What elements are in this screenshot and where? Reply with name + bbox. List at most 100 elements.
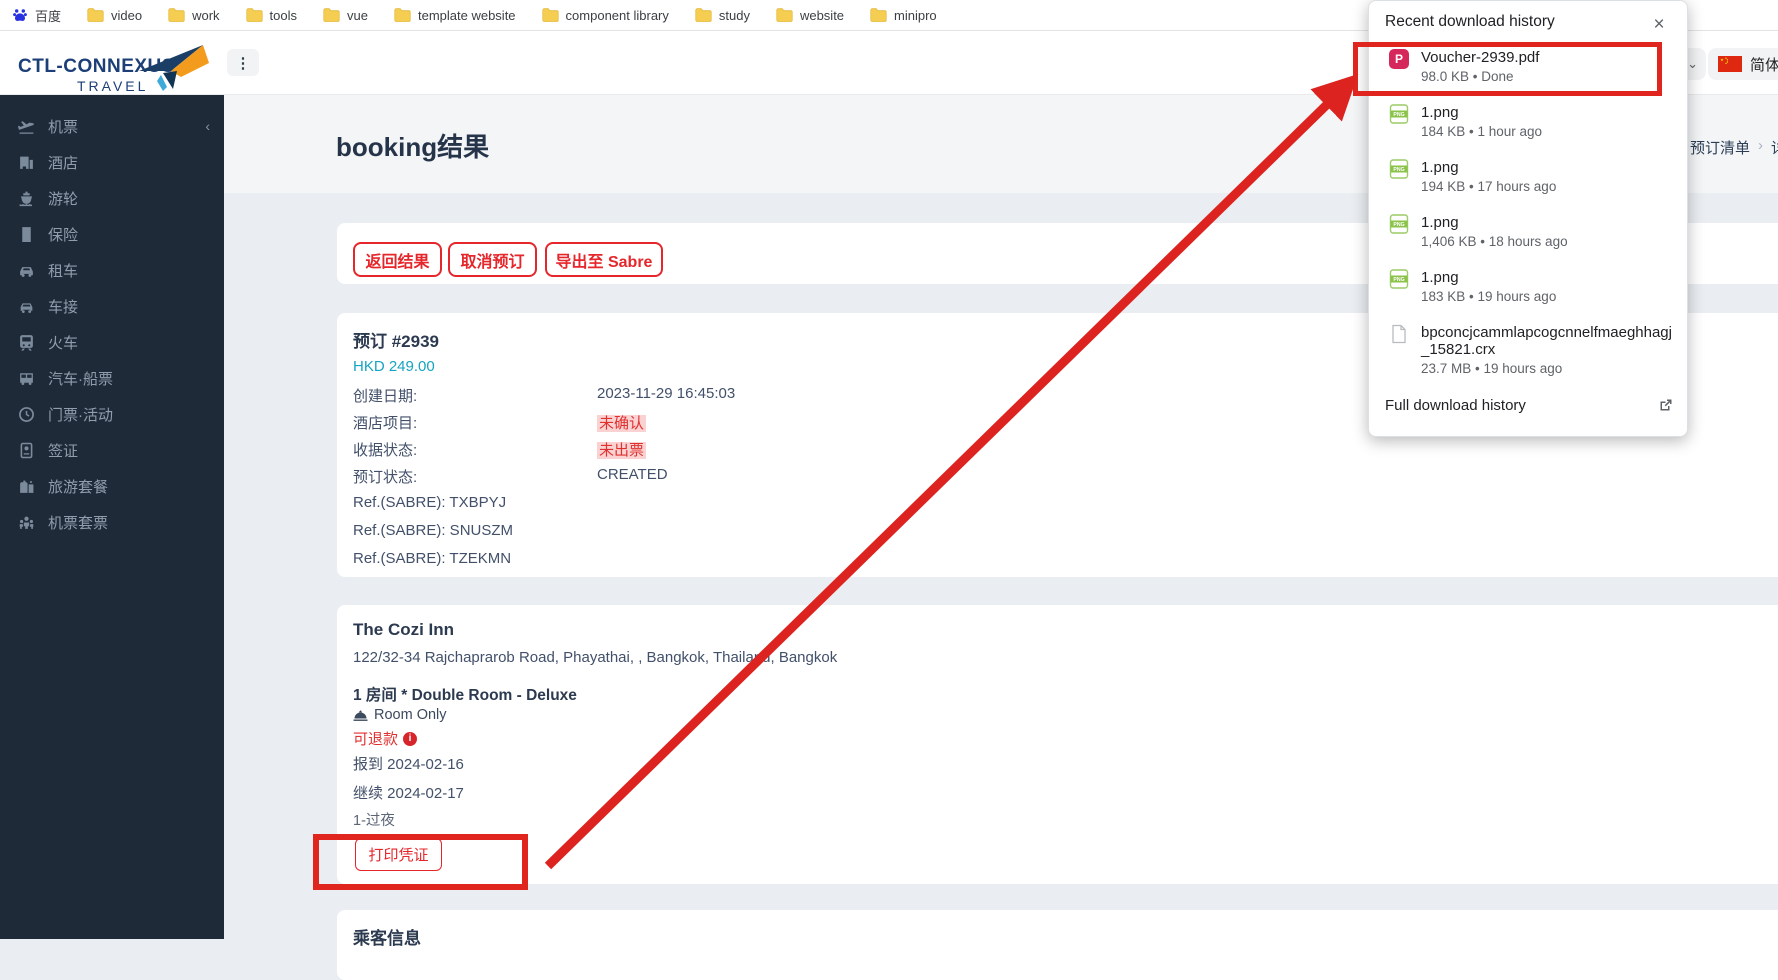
sidebar-item-label: 车接 bbox=[48, 298, 79, 316]
bookmark-study[interactable]: study bbox=[695, 8, 750, 23]
more-icon: ⋮ bbox=[235, 54, 251, 72]
download-file-meta: 194 KB • 17 hours ago bbox=[1421, 179, 1557, 194]
sidebar-nav: 机票 ‹ 酒店 游轮 保险 租车 车接 火车 汽车·船票 门票·活动 签证 旅游… bbox=[0, 95, 224, 939]
folder-icon bbox=[541, 8, 559, 22]
png-file-icon: PNG bbox=[1389, 214, 1409, 234]
row-label: 预订状态: bbox=[353, 469, 418, 486]
bookmark-label: template website bbox=[417, 7, 516, 23]
bookmark-website[interactable]: website bbox=[776, 8, 844, 23]
passengers-title: 乘客信息 bbox=[353, 929, 421, 948]
plane-icon bbox=[18, 118, 35, 135]
sabre-ref: Ref.(SABRE): TZEKMN bbox=[353, 550, 512, 567]
booking-number: 预订 #2939 bbox=[353, 332, 439, 351]
transfer-car-icon bbox=[18, 298, 35, 315]
bookmark-baidu[interactable]: 百度 bbox=[12, 6, 61, 25]
breadcrumb-parent[interactable]: 预订清单 bbox=[1690, 137, 1750, 158]
download-file-name: 1.png bbox=[1421, 269, 1459, 286]
full-download-history-link[interactable]: Full download history bbox=[1385, 397, 1673, 414]
bookmark-minipro[interactable]: minipro bbox=[870, 8, 937, 23]
print-voucher-button[interactable]: 打印凭证 bbox=[355, 838, 442, 871]
more-menu-button[interactable]: ⋮ bbox=[227, 49, 259, 76]
bookmark-video[interactable]: video bbox=[87, 8, 142, 23]
meal-cloche-icon bbox=[353, 709, 368, 721]
checkout-date: 继续 2024-02-17 bbox=[353, 785, 464, 802]
folder-icon bbox=[394, 8, 411, 22]
png-file-icon: PNG bbox=[1389, 104, 1409, 124]
sidebar-item-flight-packages[interactable]: 机票套票 bbox=[0, 504, 224, 540]
sidebar-item-label: 游轮 bbox=[48, 190, 79, 208]
board-label: Room Only bbox=[374, 707, 447, 723]
sidebar-item-visa[interactable]: 签证 bbox=[0, 432, 224, 468]
hotel-icon bbox=[18, 154, 35, 171]
chevron-down-icon: ⌄ bbox=[1687, 56, 1698, 71]
sidebar-item-bus-boat-tickets[interactable]: 汽车·船票 bbox=[0, 360, 224, 396]
sidebar-item-hotels[interactable]: 酒店 bbox=[0, 144, 224, 180]
sidebar-item-trains[interactable]: 火车 bbox=[0, 324, 224, 360]
sidebar-item-insurance[interactable]: 保险 bbox=[0, 216, 224, 252]
row-label: 酒店项目: bbox=[353, 415, 418, 432]
sidebar-item-label: 机票 bbox=[48, 118, 79, 136]
group-tickets-icon bbox=[18, 514, 35, 531]
passengers-card: 乘客信息 bbox=[337, 910, 1778, 980]
sidebar-item-cruises[interactable]: 游轮 bbox=[0, 180, 224, 216]
bookmark-work[interactable]: work bbox=[168, 8, 220, 23]
sidebar-item-car-rental[interactable]: 租车 bbox=[0, 252, 224, 288]
status-badge: 未出票 bbox=[597, 442, 647, 459]
sidebar-item-tickets-activities[interactable]: 门票·活动 bbox=[0, 396, 224, 432]
sidebar-item-car-transfer[interactable]: 车接 bbox=[0, 288, 224, 324]
download-file-name: 1.png bbox=[1421, 159, 1459, 176]
bookmark-label: 百度 bbox=[35, 8, 62, 24]
download-file-meta: 183 KB • 19 hours ago bbox=[1421, 289, 1557, 304]
checkin-date: 报到 2024-02-16 bbox=[353, 756, 464, 773]
pdf-file-icon: P bbox=[1389, 49, 1409, 69]
bookmark-label: vue bbox=[347, 7, 368, 23]
bookmark-label: minipro bbox=[894, 7, 937, 23]
paper-plane-icon bbox=[139, 45, 209, 91]
external-link-icon bbox=[1660, 399, 1672, 411]
sidebar-item-label: 租车 bbox=[48, 262, 79, 280]
ship-icon bbox=[18, 190, 35, 207]
language-selector-button[interactable]: 简体 bbox=[1708, 48, 1778, 80]
bookmark-component-library[interactable]: component library bbox=[541, 7, 669, 23]
info-icon[interactable]: i bbox=[403, 731, 418, 746]
svg-text:PNG: PNG bbox=[1393, 167, 1404, 173]
generic-file-icon bbox=[1389, 324, 1409, 344]
sidebar-item-label: 火车 bbox=[48, 334, 79, 352]
cancel-booking-button[interactable]: 取消预订 bbox=[448, 242, 537, 277]
full-history-label: Full download history bbox=[1385, 397, 1526, 414]
row-label: 收据状态: bbox=[353, 442, 418, 459]
page-title: booking结果 bbox=[336, 132, 490, 162]
row-label: 创建日期: bbox=[353, 388, 418, 405]
bookmark-tools[interactable]: tools bbox=[245, 8, 297, 23]
hotel-item-status: 未确认 bbox=[597, 412, 647, 433]
pdf-badge: P bbox=[1394, 52, 1403, 66]
insurance-doc-icon bbox=[18, 226, 35, 243]
back-to-results-button[interactable]: 返回结果 bbox=[353, 242, 442, 277]
bookmark-vue[interactable]: vue bbox=[323, 8, 368, 23]
bookmark-template-website[interactable]: template website bbox=[394, 8, 516, 23]
breadcrumb: 预订清单 › 详 bbox=[1690, 137, 1778, 158]
booking-price: HKD 249.00 bbox=[353, 358, 435, 375]
png-file-icon: PNG bbox=[1389, 159, 1409, 179]
download-file-meta: 184 KB • 1 hour ago bbox=[1421, 124, 1543, 139]
collapse-chevron-icon[interactable]: ‹ bbox=[205, 118, 210, 134]
folder-icon bbox=[87, 8, 104, 22]
bus-icon bbox=[18, 370, 35, 387]
download-file-name: Voucher-2939.pdf bbox=[1421, 49, 1540, 66]
sabre-ref: Ref.(SABRE): TXBPYJ bbox=[353, 494, 507, 511]
download-file-name: 1.png bbox=[1421, 104, 1459, 121]
download-file-meta: 23.7 MB • 19 hours ago bbox=[1421, 361, 1563, 376]
svg-text:PNG: PNG bbox=[1393, 277, 1404, 283]
folder-icon bbox=[168, 8, 185, 22]
svg-text:PNG: PNG bbox=[1393, 222, 1404, 228]
bookmark-label: study bbox=[718, 7, 750, 23]
svg-text:PNG: PNG bbox=[1393, 112, 1404, 118]
close-popup-button[interactable]: × bbox=[1645, 11, 1673, 39]
bookmark-label: website bbox=[799, 7, 845, 23]
luggage-icon bbox=[18, 478, 35, 495]
bookmark-label: component library bbox=[565, 7, 669, 23]
train-icon bbox=[18, 334, 35, 351]
export-to-sabre-button[interactable]: 导出至 Sabre bbox=[545, 242, 663, 277]
sidebar-item-flights[interactable]: 机票 ‹ bbox=[0, 108, 224, 144]
sidebar-item-travel-packages[interactable]: 旅游套餐 bbox=[0, 468, 224, 504]
